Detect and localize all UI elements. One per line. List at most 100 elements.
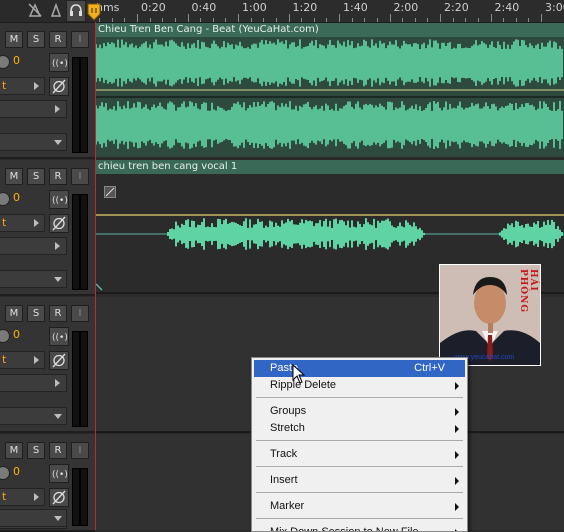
record-arm-button[interactable]: R: [49, 31, 67, 48]
input-monitor-button[interactable]: I: [71, 442, 89, 459]
track-header-3: MSRI 0 ((•)) t: [0, 297, 95, 433]
ruler-tick-label: 2:00: [393, 1, 419, 14]
playhead-line: [95, 22, 96, 530]
ruler-major-tick: [339, 14, 340, 22]
mute-button[interactable]: M: [5, 168, 23, 185]
ruler-tick-label: 0:40: [191, 1, 217, 14]
menu-item-marker[interactable]: Marker: [254, 498, 465, 515]
menu-item-mix-down-session-to-new-file[interactable]: Mix Down Session to New File: [254, 524, 465, 531]
chevron-down-icon: [54, 516, 62, 521]
menu-item-insert[interactable]: Insert: [254, 472, 465, 489]
output-label: t: [2, 79, 7, 92]
time-ruler[interactable]: hms 0:200:401:001:201:402:002:202:403:00: [0, 0, 564, 23]
volume-value[interactable]: 0: [13, 191, 20, 204]
ruler-minor-tick: [528, 18, 530, 22]
input-monitor-button[interactable]: I: [71, 168, 89, 185]
snap-icon[interactable]: [27, 2, 43, 18]
stereo-icon: ((•)): [52, 196, 71, 206]
volume-knob[interactable]: [0, 55, 10, 69]
level-meter-right: [80, 194, 88, 290]
send-select[interactable]: [0, 374, 67, 392]
phase-invert-button[interactable]: [49, 488, 69, 507]
svg-text:((•)): ((•)): [52, 59, 68, 69]
volume-knob[interactable]: [0, 329, 10, 343]
chevron-right-icon: [34, 82, 39, 90]
submenu-arrow-icon: [455, 425, 459, 433]
input-monitor-button[interactable]: I: [71, 31, 89, 48]
ruler-tick-label: 3:00: [545, 1, 564, 14]
track-header-2: MSRI 0 ((•)) t: [0, 160, 95, 296]
ruler-minor-tick: [200, 18, 202, 22]
volume-knob[interactable]: [0, 466, 10, 480]
output-select[interactable]: t: [0, 351, 45, 369]
output-select[interactable]: t: [0, 77, 45, 95]
output-label: t: [2, 353, 7, 366]
ruler-tick-label: 2:40: [494, 1, 520, 14]
chevron-right-icon: [34, 493, 39, 501]
volume-value[interactable]: 0: [13, 54, 20, 67]
chevron-down-icon: [54, 140, 62, 145]
menu-item-paste[interactable]: Paste Ctrl+V: [254, 360, 465, 377]
send-select[interactable]: [0, 237, 67, 255]
record-arm-button[interactable]: R: [49, 442, 67, 459]
record-arm-button[interactable]: R: [49, 168, 67, 185]
mute-button[interactable]: M: [5, 305, 23, 322]
ruler-major-tick: [288, 14, 290, 22]
solo-button[interactable]: S: [27, 442, 45, 459]
menu-item-track[interactable]: Track: [254, 446, 465, 463]
audio-clip-beat[interactable]: Chieu Tren Ben Cang - Beat (YeuCaHat.com…: [96, 23, 564, 157]
phase-icon: [52, 353, 66, 368]
diagonal-icon: [105, 187, 115, 197]
solo-button[interactable]: S: [27, 305, 45, 322]
solo-button[interactable]: S: [27, 31, 45, 48]
svg-text:((•)): ((•)): [52, 470, 68, 480]
monitor-button[interactable]: [66, 0, 86, 22]
menu-item-stretch[interactable]: Stretch: [254, 420, 465, 437]
output-select[interactable]: t: [0, 214, 45, 232]
clip-fx-toggle[interactable]: [104, 186, 116, 198]
record-arm-button[interactable]: R: [49, 305, 67, 322]
mute-button[interactable]: M: [5, 442, 23, 459]
ruler-minor-tick: [414, 18, 416, 22]
volume-value[interactable]: 0: [13, 465, 20, 478]
send-select[interactable]: [0, 100, 67, 118]
input-monitor-button[interactable]: I: [71, 305, 89, 322]
stereo-button[interactable]: ((•)): [49, 53, 71, 72]
clip-title: chieu tren ben cang vocal 1: [96, 160, 564, 174]
volume-value[interactable]: 0: [13, 328, 20, 341]
stereo-button[interactable]: ((•)): [49, 464, 71, 483]
phase-invert-button[interactable]: [49, 214, 69, 233]
ruler-tick-label: 2:20: [444, 1, 469, 14]
submenu-arrow-icon: [455, 503, 459, 511]
menu-item-groups[interactable]: Groups: [254, 403, 465, 420]
ruler-tools: [0, 0, 95, 22]
stereo-button[interactable]: ((•)): [49, 327, 71, 346]
mute-button[interactable]: M: [5, 31, 23, 48]
automation-select[interactable]: [0, 133, 67, 151]
watermark-photo: HẢI PHÒNG www.yeucahat.com: [439, 264, 541, 366]
menu-item-ripple-delete[interactable]: Ripple Delete: [254, 377, 465, 394]
solo-button[interactable]: S: [27, 168, 45, 185]
ruler-major-tick: [490, 14, 492, 22]
photo-caption: HẢI PHÒNG: [518, 269, 538, 314]
ruler-tick-label: 1:20: [292, 1, 318, 14]
phase-invert-button[interactable]: [49, 77, 69, 96]
waveform-beat: [96, 37, 564, 157]
svg-text:((•)): ((•)): [52, 333, 68, 343]
menu-separator: [256, 518, 463, 519]
automation-select[interactable]: [0, 407, 67, 425]
phase-invert-button[interactable]: [49, 351, 69, 370]
phase-icon: [52, 216, 66, 231]
chevron-right-icon: [55, 242, 60, 250]
automation-select[interactable]: [0, 270, 67, 288]
automation-select[interactable]: [0, 509, 67, 527]
output-select[interactable]: t: [0, 488, 45, 506]
volume-knob[interactable]: [0, 192, 10, 206]
ruler-minor-tick: [326, 18, 328, 22]
ruler-minor-tick: [364, 18, 366, 22]
ruler-minor-tick: [124, 18, 126, 22]
ruler-tick-label: 1:00: [242, 1, 267, 14]
ruler-minor-tick: [275, 18, 277, 22]
stereo-button[interactable]: ((•)): [49, 190, 71, 209]
metronome-icon[interactable]: [48, 2, 64, 18]
